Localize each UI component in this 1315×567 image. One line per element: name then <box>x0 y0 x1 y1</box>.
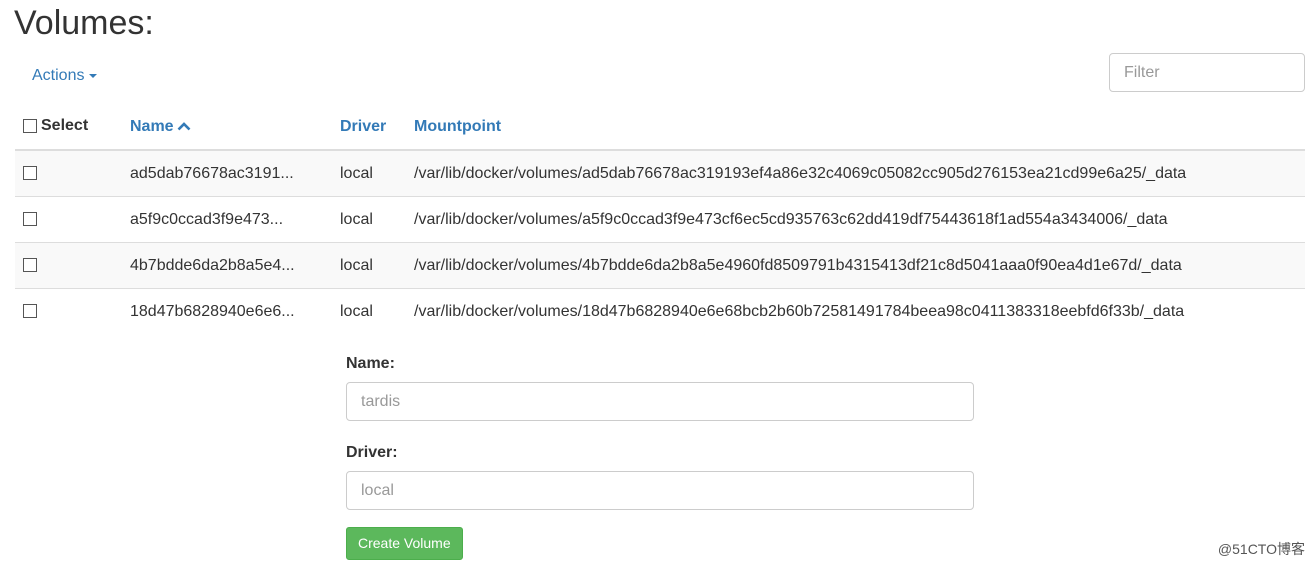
name-column-header: Name <box>130 104 340 151</box>
table-row: ad5dab76678ac3191... local /var/lib/dock… <box>15 149 1305 197</box>
chevron-up-icon <box>177 122 190 131</box>
sort-by-driver-link[interactable]: Driver <box>340 118 386 135</box>
row-checkbox[interactable] <box>23 212 37 227</box>
page-title: Volumes: <box>14 4 154 42</box>
volume-name: ad5dab76678ac3191... <box>130 149 340 197</box>
volume-mountpoint: /var/lib/docker/volumes/a5f9c0ccad3f9e47… <box>414 196 1305 243</box>
driver-column-header: Driver <box>340 104 414 151</box>
volume-mountpoint: /var/lib/docker/volumes/ad5dab76678ac319… <box>414 149 1305 197</box>
volume-driver: local <box>340 242 414 289</box>
table-row: 18d47b6828940e6e6... local /var/lib/dock… <box>15 288 1305 334</box>
watermark: @51CTO博客 <box>1217 541 1305 557</box>
actions-dropdown[interactable]: Actions <box>32 66 98 86</box>
volume-name: 18d47b6828940e6e6... <box>130 288 340 334</box>
name-field-label: Name: <box>346 355 395 372</box>
volume-driver: local <box>340 196 414 243</box>
select-header-label: Select <box>41 117 89 135</box>
volume-name-input[interactable] <box>346 382 974 421</box>
table-row: a5f9c0ccad3f9e473... local /var/lib/dock… <box>15 196 1305 243</box>
row-select-cell <box>15 196 130 243</box>
caret-down-icon <box>89 73 98 78</box>
volume-mountpoint: /var/lib/docker/volumes/4b7bdde6da2b8a5e… <box>414 242 1305 289</box>
table-row: 4b7bdde6da2b8a5e4... local /var/lib/dock… <box>15 242 1305 289</box>
row-checkbox[interactable] <box>23 258 37 273</box>
create-volume-button[interactable]: Create Volume <box>346 527 463 560</box>
select-column-header: Select <box>15 104 130 151</box>
row-checkbox[interactable] <box>23 166 37 181</box>
sort-by-mountpoint-link[interactable]: Mountpoint <box>414 118 501 135</box>
name-header-label: Name <box>130 117 174 135</box>
volume-name: a5f9c0ccad3f9e473... <box>130 196 340 243</box>
sort-by-name-link[interactable]: Name <box>130 118 191 135</box>
actions-label: Actions <box>32 67 85 84</box>
filter-input[interactable] <box>1109 53 1305 92</box>
driver-field-label: Driver: <box>346 444 398 461</box>
volumes-page: Volumes: Actions Select Name Driver Moun… <box>0 0 1315 567</box>
row-select-cell <box>15 149 130 197</box>
volumes-table: Select Name Driver Mountpoint ad5dab7667… <box>15 104 1305 334</box>
select-all-checkbox[interactable] <box>23 119 37 134</box>
row-checkbox[interactable] <box>23 304 37 319</box>
volume-driver: local <box>340 149 414 197</box>
table-header-row: Select Name Driver Mountpoint <box>15 104 1305 151</box>
volume-driver: local <box>340 288 414 334</box>
row-select-cell <box>15 288 130 334</box>
create-volume-form: Name: Driver: Create Volume <box>346 352 974 560</box>
volume-driver-input[interactable] <box>346 471 974 510</box>
volume-name: 4b7bdde6da2b8a5e4... <box>130 242 340 289</box>
mountpoint-column-header: Mountpoint <box>414 104 1305 151</box>
volume-mountpoint: /var/lib/docker/volumes/18d47b6828940e6e… <box>414 288 1305 334</box>
row-select-cell <box>15 242 130 289</box>
